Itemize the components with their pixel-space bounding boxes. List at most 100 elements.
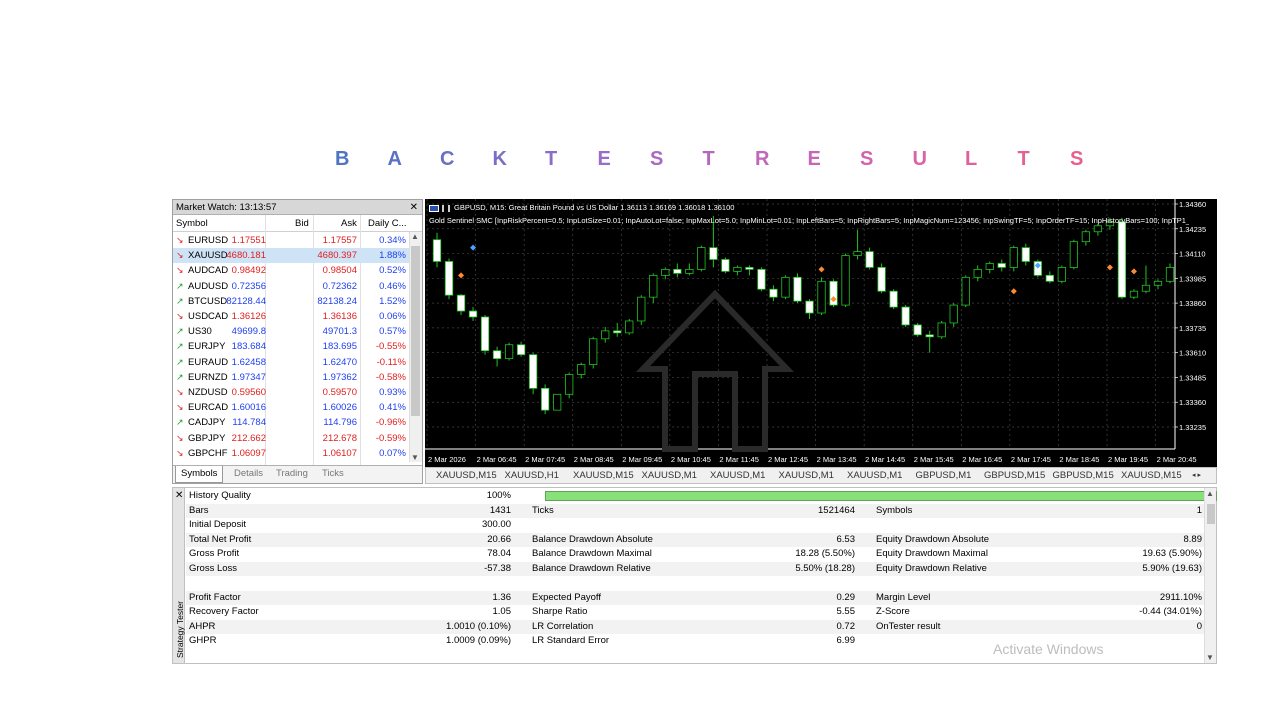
candle-bull [973, 269, 982, 278]
scroll-down-icon[interactable]: ▼ [411, 453, 419, 462]
symbol-header[interactable]: Symbol [176, 218, 208, 229]
metric-label: Gross Loss [189, 562, 238, 574]
scroll-down-icon[interactable]: ▼ [1206, 653, 1214, 662]
candle-bear [997, 263, 1006, 268]
chart-tab[interactable]: GBPUSD,M15 [1053, 470, 1114, 481]
trade-marker [1130, 268, 1137, 275]
ask-cell: 49701.3 [322, 326, 357, 338]
chart-tab[interactable]: XAUUSD,M15 [436, 470, 497, 481]
market-watch-row[interactable]: ↗ AUDUSD 0.72356 0.72362 0.46% [173, 279, 409, 294]
chart-tab[interactable]: GBPUSD,M1 [916, 470, 972, 481]
candle-bear [432, 239, 442, 262]
market-watch-header: Symbol Bid Ask Daily C... [173, 215, 422, 232]
tester-scrollbar[interactable]: ▲ ▼ [1204, 488, 1216, 663]
time-label: 2 Mar 13:45 [817, 455, 857, 464]
close-icon[interactable]: ✕ [410, 200, 418, 215]
ask-cell: 0.98504 [322, 265, 357, 277]
bid-header[interactable]: Bid [295, 218, 309, 229]
chart-tab[interactable]: GBPUSD,M15 [984, 470, 1045, 481]
tester-row: Bars 1431 Ticks 1521464 Symbols 1 [186, 503, 1205, 518]
price-chart[interactable]: 1.34360 1.34235 1.34110 1.33985 1.33860 1.337… [425, 199, 1217, 467]
symbol-cell: EURNZD [188, 371, 228, 383]
candle-bull [565, 374, 574, 395]
arrow-up-icon: ↗ [176, 341, 184, 352]
metric-value: 5.90% (19.63) [1142, 562, 1202, 574]
metric-label: History Quality [189, 490, 251, 501]
market-watch-scrollbar[interactable]: ▲ ▼ [409, 232, 422, 462]
tab-trading[interactable]: Trading [271, 466, 313, 483]
chart-tab[interactable]: XAUUSD,M15 [1121, 470, 1182, 481]
market-watch-row[interactable]: ↗ BTCUSD 82128.44 82138.24 1.52% [173, 294, 409, 309]
candle-bull [1141, 284, 1151, 292]
scroll-thumb[interactable] [1207, 504, 1215, 524]
market-watch-row[interactable]: ↘ GBPJPY 212.662 212.678 -0.59% [173, 431, 409, 446]
market-watch-row[interactable]: ↗ US30 49699.8 49701.3 0.57% [173, 324, 409, 339]
tester-row [186, 576, 1205, 591]
metric-label: LR Standard Error [532, 635, 610, 646]
ask-header[interactable]: Ask [341, 218, 357, 229]
metric-label: Ticks [532, 504, 554, 516]
chart-tab[interactable]: XAUUSD,M1 [779, 470, 834, 481]
metric-value: 100% [486, 490, 511, 501]
time-label: 2 Mar 08:45 [574, 455, 614, 464]
trade-marker [458, 272, 465, 279]
market-watch-row[interactable]: ↗ EURNZD 1.97347 1.97362 -0.58% [173, 370, 409, 385]
candle-bull [637, 296, 646, 322]
price-label: 1.34360 [1179, 200, 1206, 209]
symbol-cell: AUDCAD [188, 265, 229, 277]
scroll-up-icon[interactable]: ▲ [411, 232, 419, 241]
tab-ticks[interactable]: Ticks [317, 466, 349, 483]
time-label: 2 Mar 07:45 [525, 455, 565, 464]
bid-cell: 1.06097 [231, 447, 266, 459]
market-watch-row[interactable]: ↘ GBPCHF 1.06097 1.06107 0.07% [173, 446, 409, 461]
change-cell: 0.34% [379, 235, 406, 246]
chart-tab[interactable]: XAUUSD,M1 [710, 470, 765, 481]
candle-bull [961, 276, 970, 306]
title-letter: L [965, 148, 978, 170]
arrow-down-icon: ↘ [176, 432, 184, 443]
market-watch-row[interactable]: ↘ AUDCAD 0.98492 0.98504 0.52% [173, 263, 409, 278]
chart-tab[interactable]: XAUUSD,M1 [847, 470, 902, 481]
ask-cell: 1.60026 [322, 402, 357, 414]
market-watch-row[interactable]: ↘ EURUSD 1.17551 1.17557 0.34% [173, 233, 409, 248]
chart-tab[interactable]: XAUUSD,M15 [573, 470, 634, 481]
bid-cell: 114.784 [232, 417, 266, 429]
metric-value: 78.04 [487, 548, 511, 559]
market-watch-row[interactable]: ↘ EURCAD 1.60016 1.60026 0.41% [173, 400, 409, 415]
candle-bull [781, 276, 790, 298]
symbol-cell: XAUUSD [188, 250, 228, 262]
arrow-down-icon: ↘ [176, 447, 184, 458]
tab-scroll-icon[interactable]: ◂ ▸ [1192, 471, 1201, 479]
trade-marker [818, 266, 825, 273]
title-letter: U [912, 148, 927, 170]
daily-change-header[interactable]: Daily C... [368, 218, 407, 229]
tab-symbols[interactable]: Symbols [175, 466, 224, 483]
market-watch-row[interactable]: ↗ CADJPY 114.784 114.796 -0.96% [173, 415, 409, 430]
market-watch-row[interactable]: ↗ EURAUD 1.62458 1.62470 -0.11% [173, 355, 409, 370]
chart-tab[interactable]: XAUUSD,H1 [505, 470, 559, 481]
metric-value: 1431 [489, 504, 511, 516]
candle-bear [793, 276, 802, 302]
market-watch-row[interactable]: ↘ NZDUSD 0.59560 0.59570 0.93% [173, 385, 409, 400]
scroll-up-icon[interactable]: ▲ [1206, 489, 1214, 498]
market-watch-row[interactable]: ↗ EURJPY 183.684 183.695 -0.55% [173, 339, 409, 354]
metric-label: LR Correlation [532, 620, 594, 632]
arrow-down-icon: ↘ [176, 387, 184, 397]
metric-value: 19.63 (5.90%) [1142, 548, 1202, 559]
tab-details[interactable]: Details [229, 466, 268, 483]
chart-tab[interactable]: XAUUSD,M1 [642, 470, 697, 481]
ask-cell: 82138.24 [317, 295, 357, 307]
change-cell: 1.52% [379, 295, 406, 307]
candle-bear [673, 269, 682, 274]
symbol-cell: EURAUD [188, 356, 229, 368]
trade-marker [1010, 288, 1017, 295]
metric-label: Z-Score [876, 606, 910, 617]
market-watch-row[interactable]: ↘ XAUUSD 4680.181 4680.397 1.88% [173, 248, 409, 264]
bid-cell: 1.62458 [231, 356, 266, 368]
close-icon[interactable]: ✕ [175, 490, 183, 501]
market-watch-row[interactable]: ↘ USDCAD 1.36126 1.36136 0.06% [173, 309, 409, 324]
change-cell: 1.88% [379, 250, 406, 262]
metric-label: Initial Deposit [189, 519, 247, 530]
scroll-thumb[interactable] [411, 246, 420, 416]
arrow-up-icon: ↗ [176, 326, 184, 337]
